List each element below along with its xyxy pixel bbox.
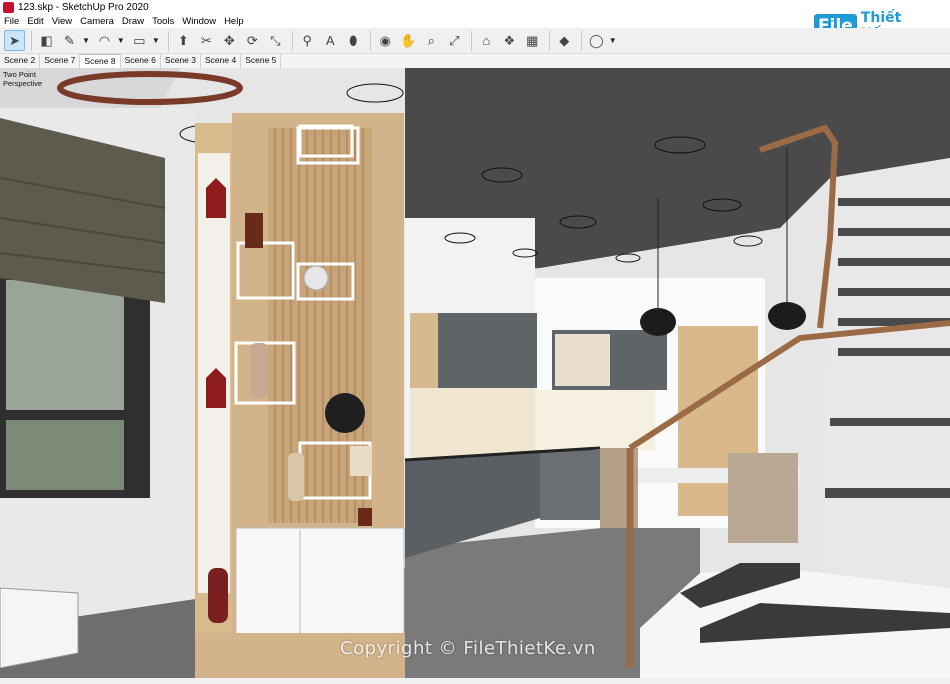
window-title: 123.skp - SketchUp Pro 2020 — [18, 2, 149, 13]
tab-scene-7[interactable]: Scene 7 — [40, 54, 81, 68]
menu-draw[interactable]: Draw — [118, 16, 148, 27]
eraser-tool-icon[interactable]: ◧ — [36, 30, 57, 51]
dish-rack — [555, 334, 610, 386]
chevron-down-icon[interactable]: ▼ — [152, 36, 160, 45]
wood-panel — [410, 313, 438, 388]
account-icon[interactable]: ◯ — [586, 30, 607, 51]
model-viewport[interactable]: Two Point Perspective — [0, 68, 950, 678]
pendant-lamp — [768, 302, 806, 330]
zoom-tool-icon[interactable]: ⌕ — [421, 30, 442, 51]
lower-cabinet — [235, 527, 405, 639]
sketchup-app-icon — [3, 2, 14, 13]
menu-file[interactable]: File — [0, 16, 23, 27]
lower-cabinet-corner — [540, 450, 600, 520]
arc-tool-icon[interactable]: ◠ — [94, 30, 115, 51]
paint-bucket-icon[interactable]: ⬮ — [343, 30, 364, 51]
title-bar: 123.skp - SketchUp Pro 2020 — [0, 0, 950, 15]
pendant-lamp — [640, 308, 676, 336]
vase — [208, 568, 228, 623]
menu-tools[interactable]: Tools — [148, 16, 178, 27]
toolbar-divider — [548, 30, 550, 51]
menu-help[interactable]: Help — [220, 16, 248, 27]
shape-tool-icon[interactable]: ▭ — [129, 30, 150, 51]
warehouse-icon[interactable]: ⌂ — [476, 30, 497, 51]
toolbar-divider — [291, 30, 293, 51]
select-tool-icon[interactable]: ➤ — [4, 30, 25, 51]
menu-view[interactable]: View — [48, 16, 76, 27]
chevron-down-icon[interactable]: ▼ — [117, 36, 125, 45]
tab-scene-6[interactable]: Scene 6 — [121, 54, 161, 68]
scale-tool-icon[interactable]: ⤡ — [265, 30, 286, 51]
offset-tool-icon[interactable]: ✂ — [196, 30, 217, 51]
tab-scene-4[interactable]: Scene 4 — [201, 54, 242, 68]
rotate-tool-icon[interactable]: ⟳ — [242, 30, 263, 51]
scene-render — [0, 68, 950, 678]
window-glass — [6, 280, 124, 410]
toolbar-divider — [580, 30, 582, 51]
dining-chair-2 — [728, 453, 798, 543]
toolbar-divider — [470, 30, 472, 51]
zoom-extents-icon[interactable]: ⤢ — [444, 30, 465, 51]
status-bar — [0, 678, 950, 684]
chevron-down-icon[interactable]: ▼ — [609, 36, 617, 45]
move-tool-icon[interactable]: ✥ — [219, 30, 240, 51]
camera-mode-label: Two Point Perspective — [3, 70, 43, 88]
decor-vase — [288, 453, 304, 501]
scene-tabs: Scene 2 Scene 7 Scene 8 Scene 6 Scene 3 … — [0, 54, 950, 68]
menu-edit[interactable]: Edit — [23, 16, 47, 27]
toolbar-divider — [31, 30, 32, 51]
menu-bar: File Edit View Camera Draw Tools Window … — [0, 15, 800, 28]
toolbar-divider — [369, 30, 371, 51]
copyright-watermark: Copyright © FileThietKe.vn — [340, 638, 596, 659]
decor-vase — [250, 343, 268, 398]
pencil-tool-icon[interactable]: ✎ — [59, 30, 80, 51]
orbit-tool-icon[interactable]: ◉ — [375, 30, 396, 51]
push-pull-tool-icon[interactable]: ⬆ — [173, 30, 194, 51]
chevron-down-icon[interactable]: ▼ — [82, 36, 90, 45]
text-tool-icon[interactable]: A — [320, 30, 341, 51]
menu-camera[interactable]: Camera — [76, 16, 118, 27]
tab-scene-5[interactable]: Scene 5 — [241, 54, 282, 68]
pan-tool-icon[interactable]: ✋ — [398, 30, 419, 51]
decor-sphere — [303, 265, 329, 291]
tape-measure-icon[interactable]: ⚲ — [297, 30, 318, 51]
upper-cabinets — [437, 313, 537, 388]
window-glass-lower — [6, 420, 124, 490]
decor-plant — [325, 393, 365, 433]
tab-scene-3[interactable]: Scene 3 — [161, 54, 202, 68]
backsplash — [410, 388, 535, 458]
menu-window[interactable]: Window — [178, 16, 220, 27]
main-toolbar: ➤ ◧ ✎ ▼ ◠ ▼ ▭ ▼ ⬆ ✂ ✥ ⟳ ⤡ ⚲ A ⬮ ◉ ✋ ⌕ ⤢ … — [0, 28, 950, 54]
extension-warehouse-icon[interactable]: ❖ — [499, 30, 520, 51]
tab-scene-2[interactable]: Scene 2 — [0, 54, 41, 68]
toolbar-divider — [167, 30, 169, 51]
layout-icon[interactable]: ▦ — [522, 30, 543, 51]
plant-pot — [350, 446, 372, 476]
ruby-icon[interactable]: ◆ — [554, 30, 575, 51]
tab-scene-8[interactable]: Scene 8 — [80, 54, 121, 68]
plant-pot — [245, 213, 263, 248]
